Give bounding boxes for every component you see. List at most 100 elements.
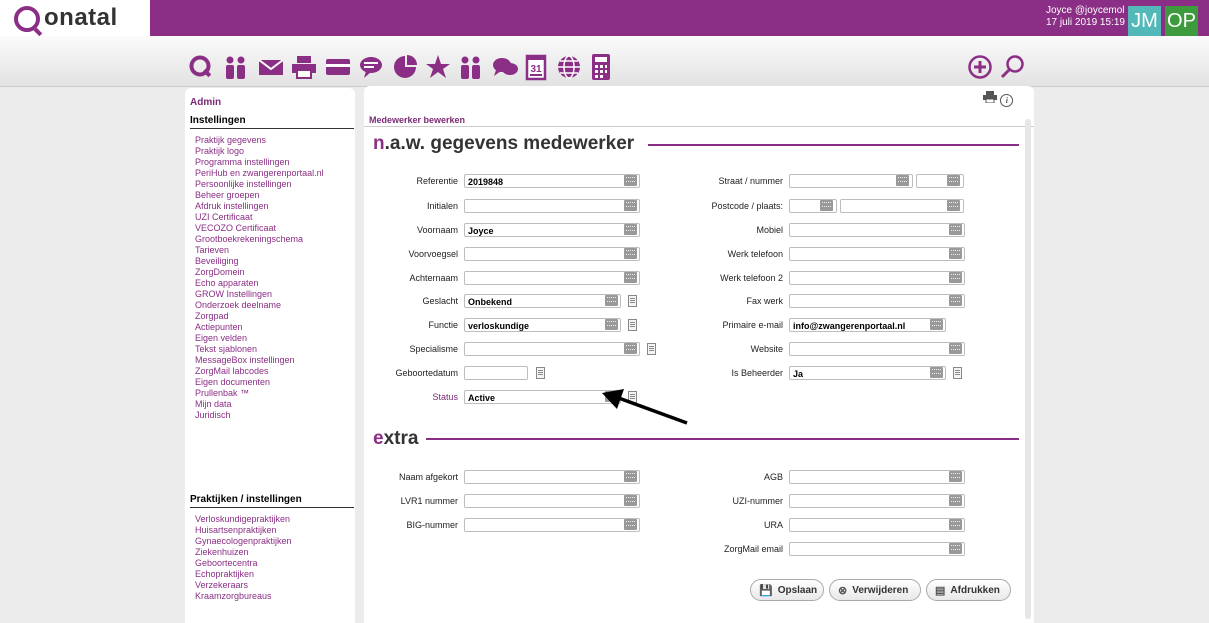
star-icon[interactable] (423, 54, 453, 80)
list-icon[interactable] (628, 295, 637, 307)
sidebar-item[interactable]: ZorgDomein (195, 267, 324, 278)
input-field[interactable] (789, 247, 965, 261)
sidebar-item[interactable]: Praktijk logo (195, 146, 324, 157)
input-field[interactable] (789, 470, 965, 484)
calculator-icon[interactable] (586, 54, 616, 80)
sidebar-item[interactable]: Tarieven (195, 245, 324, 256)
keyboard-icon[interactable] (605, 319, 618, 330)
keyboard-icon[interactable] (949, 495, 962, 506)
sidebar-item[interactable]: ZorgMail labcodes (195, 366, 324, 377)
input-field[interactable] (789, 294, 965, 308)
vertical-scrollbar[interactable] (1025, 119, 1031, 619)
keyboard-icon[interactable] (624, 224, 637, 235)
sidebar-item[interactable]: Persoonlijke instellingen (195, 179, 324, 190)
list-icon[interactable] (628, 391, 637, 403)
keyboard-icon[interactable] (896, 175, 909, 186)
input-field[interactable] (789, 271, 965, 285)
keyboard-icon[interactable] (949, 295, 962, 306)
keyboard-icon[interactable] (930, 367, 943, 378)
sidebar-item[interactable]: Zorgpad (195, 311, 324, 322)
input-field[interactable]: info@zwangerenportaal.nl (789, 318, 946, 332)
list-icon[interactable] (628, 319, 637, 331)
input-field[interactable] (464, 470, 640, 484)
avatar-jm[interactable]: JM (1128, 6, 1161, 36)
chat-icon[interactable] (356, 54, 386, 80)
sidebar-item[interactable]: Juridisch (195, 410, 324, 421)
input-field[interactable] (464, 366, 528, 380)
list-icon[interactable] (953, 367, 962, 379)
input-field[interactable] (789, 342, 965, 356)
sidebar-item[interactable]: MessageBox instellingen (195, 355, 324, 366)
input-field[interactable]: 2019848 (464, 174, 640, 188)
print-icon[interactable] (289, 54, 319, 80)
keyboard-icon[interactable] (624, 495, 637, 506)
onatal-home-icon[interactable] (186, 54, 216, 80)
keyboard-icon[interactable] (949, 543, 962, 554)
sidebar-item[interactable]: Tekst sjablonen (195, 344, 324, 355)
save-button[interactable]: 💾 Opslaan (750, 579, 824, 601)
delete-button[interactable]: ⊗ Verwijderen (829, 579, 921, 601)
input-field[interactable]: Joyce (464, 223, 640, 237)
keyboard-icon[interactable] (949, 343, 962, 354)
print-icon[interactable] (983, 91, 1000, 106)
mail-icon[interactable] (256, 54, 286, 80)
keyboard-icon[interactable] (624, 343, 637, 354)
logo[interactable]: onatal (0, 0, 150, 36)
messages-icon[interactable] (490, 54, 520, 80)
input-field[interactable] (464, 247, 640, 261)
sidebar-item[interactable]: Actiepunten (195, 322, 324, 333)
sidebar-item[interactable]: Eigen documenten (195, 377, 324, 388)
chart-icon[interactable] (390, 54, 420, 80)
input-field[interactable]: Ja (789, 366, 946, 380)
input-field[interactable] (789, 518, 965, 532)
calendar-icon[interactable]: 31 (521, 54, 551, 81)
input-field[interactable] (464, 271, 640, 285)
info-icon[interactable]: i (1000, 94, 1014, 107)
sidebar-item[interactable]: Echopraktijken (195, 569, 292, 580)
sidebar-item[interactable]: Eigen velden (195, 333, 324, 344)
sidebar-item[interactable]: Kraamzorgbureaus (195, 591, 292, 602)
keyboard-icon[interactable] (624, 519, 637, 530)
add-icon[interactable] (965, 54, 995, 80)
input-field[interactable] (789, 494, 965, 508)
calendar-icon[interactable] (536, 367, 545, 379)
input-field[interactable]: verloskundige (464, 318, 621, 332)
input-field[interactable] (464, 199, 640, 213)
globe-icon[interactable] (554, 54, 584, 80)
input-field[interactable] (789, 542, 965, 556)
keyboard-icon[interactable] (949, 272, 962, 283)
keyboard-icon[interactable] (624, 272, 637, 283)
list-icon[interactable] (647, 343, 656, 355)
keyboard-icon[interactable] (624, 175, 637, 186)
sidebar-item[interactable]: Grootboekrekeningschema (195, 234, 324, 245)
team-icon[interactable] (456, 54, 486, 80)
input-field[interactable] (789, 223, 965, 237)
keyboard-icon[interactable] (947, 200, 960, 211)
keyboard-icon[interactable] (930, 319, 943, 330)
sidebar-item[interactable]: Programma instellingen (195, 157, 324, 168)
search-icon[interactable] (998, 54, 1028, 80)
keyboard-icon[interactable] (949, 471, 962, 482)
sidebar-item[interactable]: Geboortecentra (195, 558, 292, 569)
sidebar-item[interactable]: VECOZO Certificaat (195, 223, 324, 234)
sidebar-item[interactable]: Verloskundigepraktijken (195, 514, 292, 525)
sidebar-item[interactable]: Beveiliging (195, 256, 324, 267)
clients-icon[interactable] (221, 54, 251, 80)
keyboard-icon[interactable] (605, 391, 618, 402)
keyboard-icon[interactable] (947, 175, 960, 186)
keyboard-icon[interactable] (949, 248, 962, 259)
input-field[interactable] (789, 174, 913, 188)
sidebar-item[interactable]: Huisartsenpraktijken (195, 525, 292, 536)
sidebar-item[interactable]: Echo apparaten (195, 278, 324, 289)
input-field[interactable] (464, 518, 640, 532)
keyboard-icon[interactable] (820, 200, 833, 211)
keyboard-icon[interactable] (949, 224, 962, 235)
keyboard-icon[interactable] (605, 295, 618, 306)
keyboard-icon[interactable] (624, 471, 637, 482)
sidebar-item[interactable]: Onderzoek deelname (195, 300, 324, 311)
sidebar-item[interactable]: Prullenbak ™ (195, 388, 324, 399)
keyboard-icon[interactable] (949, 519, 962, 530)
print-button[interactable]: ▤ Afdrukken (926, 579, 1011, 601)
sidebar-item[interactable]: Verzekeraars (195, 580, 292, 591)
keyboard-icon[interactable] (624, 200, 637, 211)
